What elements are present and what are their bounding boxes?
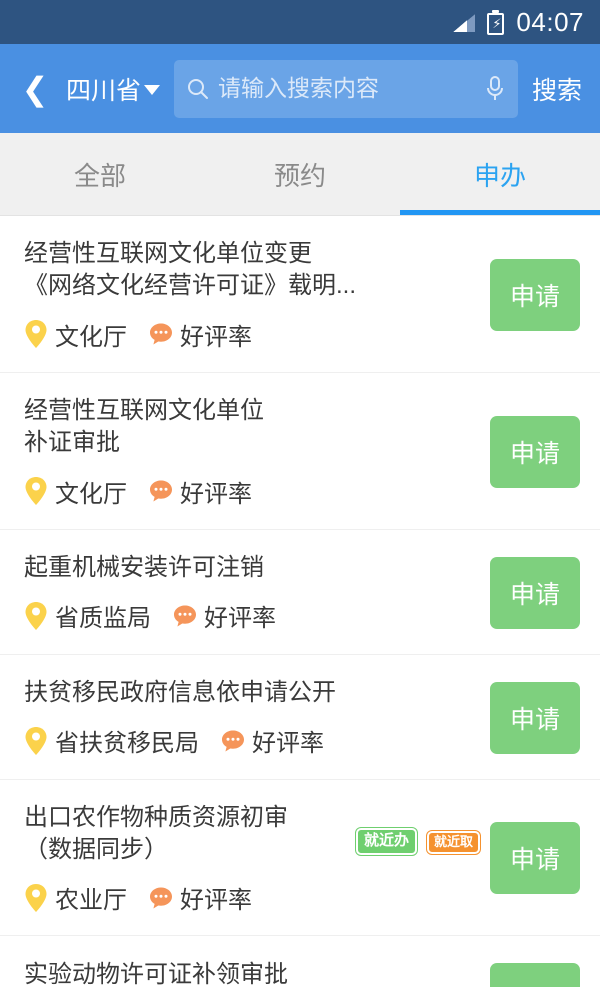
search-button[interactable]: 搜索 <box>518 71 588 107</box>
rating-cell: 好评率 <box>149 880 252 915</box>
chevron-down-icon <box>144 85 161 95</box>
rating-label: 好评率 <box>180 887 252 915</box>
service-title: 经营性互联网文化单位 补证审批 <box>24 396 264 457</box>
apply-button[interactable]: 申请 <box>490 681 580 754</box>
department-label: 省扶贫移民局 <box>55 730 199 758</box>
app-header: ❮ 四川省 搜索 <box>0 44 600 133</box>
tab-bar: 全部 预约 申办 <box>0 133 600 216</box>
list-item-content: 扶贫移民政府信息依申请公开 省扶贫移民局 好评率 <box>24 677 470 758</box>
list-item-actions: 申请 <box>480 556 580 629</box>
list-item[interactable]: 出口农作物种质资源初审 （数据同步） 农业厅 好评率 就近办 就近取 申请 <box>0 780 600 937</box>
service-meta: 文化厅 好评率 <box>24 317 470 352</box>
service-meta: 省扶贫移民局 好评率 <box>24 723 470 758</box>
list-item[interactable]: 经营性互联网文化单位变更 《网络文化经营许可证》载明... 文化厅 好评率 申请 <box>0 216 600 373</box>
service-title: 实验动物许可证补领审批 <box>24 960 288 987</box>
tab-apply[interactable]: 申办 <box>400 133 600 215</box>
list-item-actions: 申请 <box>480 258 580 331</box>
search-input[interactable] <box>218 75 476 102</box>
service-meta: 农业厅 好评率 <box>24 880 346 915</box>
rating-cell: 好评率 <box>173 598 276 633</box>
apply-button[interactable]: 申请 <box>490 415 580 488</box>
comment-bubble-icon <box>150 887 172 909</box>
tab-all[interactable]: 全部 <box>0 133 200 215</box>
department-label: 文化厅 <box>55 480 127 508</box>
signal-bars-icon <box>451 12 476 32</box>
service-list: 经营性互联网文化单位变更 《网络文化经营许可证》载明... 文化厅 好评率 申请… <box>0 216 600 987</box>
list-item[interactable]: 实验动物许可证补领审批 科技厅 好评率 <box>0 936 600 987</box>
list-item-content: 出口农作物种质资源初审 （数据同步） 农业厅 好评率 <box>24 802 346 916</box>
rating-label: 好评率 <box>180 480 252 508</box>
list-item-content: 经营性互联网文化单位变更 《网络文化经营许可证》载明... 文化厅 好评率 <box>24 238 470 352</box>
department-cell: 文化厅 <box>24 474 127 509</box>
department-cell: 农业厅 <box>24 880 127 915</box>
rating-label: 好评率 <box>204 605 276 633</box>
service-meta: 省质监局 好评率 <box>24 598 470 633</box>
search-box[interactable] <box>174 59 518 118</box>
service-title: 扶贫移民政府信息依申请公开 <box>24 678 336 706</box>
location-pin-icon <box>25 320 47 349</box>
list-item-actions: 就近办 就近取 申请 <box>355 822 580 895</box>
location-pin-icon <box>25 601 47 630</box>
rating-label: 好评率 <box>180 323 252 351</box>
badge-green: 就近办 <box>355 828 417 855</box>
search-icon <box>188 78 209 99</box>
service-meta: 文化厅 好评率 <box>24 474 470 509</box>
status-bar-clock: 04:07 <box>516 6 584 37</box>
badge-group: 就近办 就近取 <box>355 828 480 855</box>
list-item-actions: 申请 <box>480 415 580 488</box>
service-title: 出口农作物种质资源初审 （数据同步） <box>24 803 288 863</box>
rating-cell: 好评率 <box>149 317 252 352</box>
status-bar: ⚡ 04:07 <box>0 0 600 44</box>
badge-orange: 就近取 <box>426 831 480 854</box>
location-pin-icon <box>25 726 47 755</box>
comment-bubble-icon <box>150 323 172 345</box>
back-button[interactable]: ❮ <box>12 59 58 119</box>
department-label: 农业厅 <box>55 887 127 915</box>
location-pin-icon <box>25 883 47 912</box>
list-item[interactable]: 起重机械安装许可注销 省质监局 好评率 申请 <box>0 530 600 655</box>
battery-charging-icon: ⚡ <box>487 9 505 35</box>
department-cell: 省扶贫移民局 <box>24 723 199 758</box>
rating-label: 好评率 <box>252 730 324 758</box>
tab-appointment[interactable]: 预约 <box>200 133 400 215</box>
apply-button[interactable]: 申请 <box>490 258 580 331</box>
service-title: 经营性互联网文化单位变更 《网络文化经营许可证》载明... <box>24 240 357 300</box>
list-item-actions: 申请 <box>480 963 580 987</box>
microphone-icon[interactable] <box>484 75 506 103</box>
list-item[interactable]: 经营性互联网文化单位 补证审批 文化厅 好评率 申请 <box>0 373 600 530</box>
service-title: 起重机械安装许可注销 <box>24 553 264 581</box>
region-selector[interactable]: 四川省 <box>58 71 166 107</box>
list-item-actions: 申请 <box>480 681 580 754</box>
region-label: 四川省 <box>66 76 142 105</box>
department-label: 文化厅 <box>55 323 127 351</box>
apply-button[interactable]: 申请 <box>490 963 580 987</box>
location-pin-icon <box>25 477 47 506</box>
department-cell: 省质监局 <box>24 598 151 633</box>
list-item-content: 起重机械安装许可注销 省质监局 好评率 <box>24 552 470 633</box>
rating-cell: 好评率 <box>149 474 252 509</box>
list-item-content: 经营性互联网文化单位 补证审批 文化厅 好评率 <box>24 395 470 509</box>
department-label: 省质监局 <box>55 605 151 633</box>
comment-bubble-icon <box>174 605 196 627</box>
rating-cell: 好评率 <box>221 723 324 758</box>
department-cell: 文化厅 <box>24 317 127 352</box>
comment-bubble-icon <box>222 730 244 752</box>
comment-bubble-icon <box>150 480 172 502</box>
list-item[interactable]: 扶贫移民政府信息依申请公开 省扶贫移民局 好评率 申请 <box>0 655 600 780</box>
list-item-content: 实验动物许可证补领审批 科技厅 好评率 <box>24 959 470 987</box>
apply-button[interactable]: 申请 <box>490 822 580 895</box>
apply-button[interactable]: 申请 <box>490 556 580 629</box>
